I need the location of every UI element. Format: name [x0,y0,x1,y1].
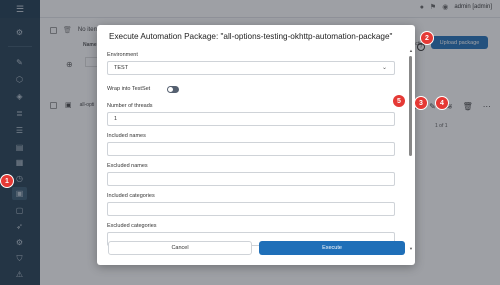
environment-label: Environment [107,52,138,58]
threads-label: Number of threads [107,103,153,109]
annotation-marker-3: 3 [415,97,427,109]
scroll-down-icon[interactable]: ▼ [409,246,413,251]
included-categories-label: Included categories [107,193,155,199]
modal-scrollbar[interactable]: ▲ ▼ [409,46,413,251]
scroll-thumb[interactable] [409,56,412,156]
execute-modal: Execute Automation Package: "all-options… [97,25,415,265]
modal-body: Environment TEST ⌄ Wrap into TestSet Num… [97,44,415,253]
cancel-button[interactable]: Cancel [108,241,252,255]
chevron-down-icon: ⌄ [381,65,387,71]
included-names-input[interactable] [107,142,395,156]
included-categories-input[interactable] [107,202,395,216]
wrap-testset-label: Wrap into TestSet [107,86,151,92]
annotation-marker-2: 2 [421,32,433,44]
execute-button[interactable]: Execute [259,241,405,255]
annotation-marker-5: 5 [393,95,405,107]
wrap-testset-toggle[interactable] [167,86,179,93]
modal-title: Execute Automation Package: "all-options… [109,32,393,41]
annotation-marker-1: 1 [1,175,13,187]
scroll-up-icon[interactable]: ▲ [409,48,413,53]
environment-value: TEST [114,65,129,71]
threads-input[interactable]: 1 [107,112,395,126]
included-names-label: Included names [107,133,146,139]
excluded-categories-label: Excluded categories [107,223,157,229]
environment-select[interactable]: TEST ⌄ [107,61,395,75]
annotation-marker-4: 4 [436,97,448,109]
threads-value: 1 [114,116,118,122]
excluded-names-input[interactable] [107,172,395,186]
excluded-names-label: Excluded names [107,163,148,169]
